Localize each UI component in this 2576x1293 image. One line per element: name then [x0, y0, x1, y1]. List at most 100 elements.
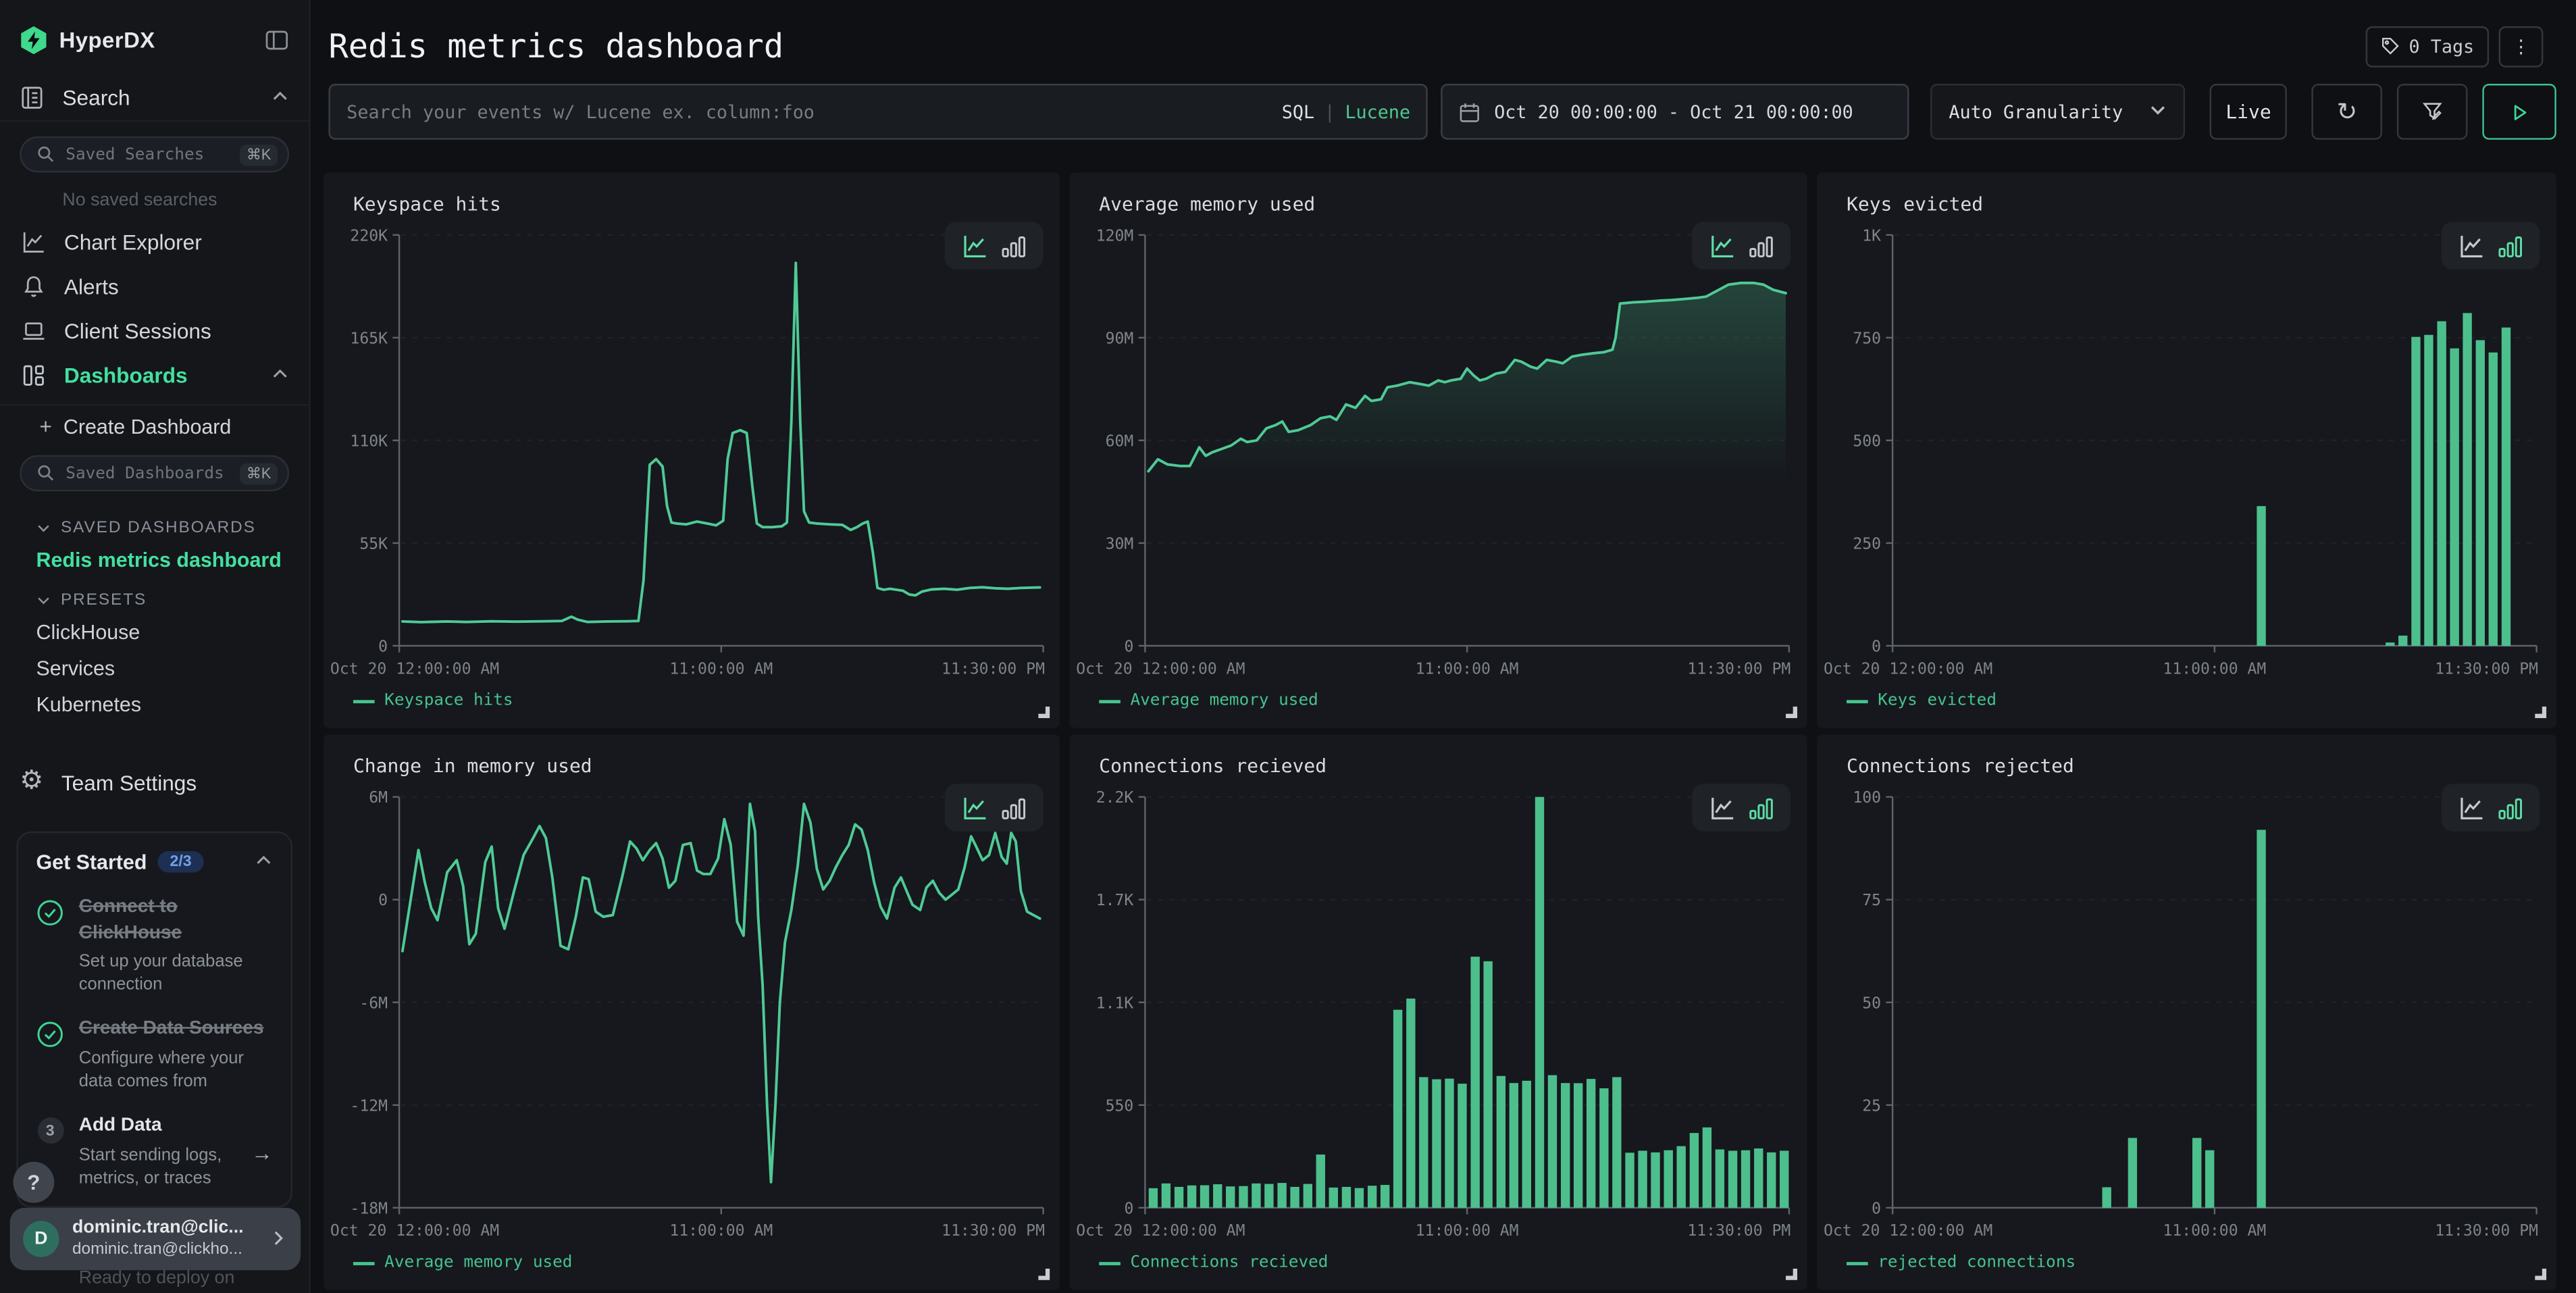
tags-button[interactable]: 0 Tags: [2366, 26, 2489, 67]
chart-type-toggle[interactable]: [945, 222, 1044, 270]
sidebar-item-search[interactable]: Search: [0, 74, 309, 120]
legend-swatch: [353, 699, 375, 703]
kebab-menu-button[interactable]: ⋮: [2499, 26, 2544, 67]
svg-text:2.2K: 2.2K: [1096, 789, 1134, 807]
resize-handle[interactable]: [1038, 1269, 1050, 1280]
svg-text:1K: 1K: [1862, 227, 1881, 245]
search-input[interactable]: Search your events w/ Lucene ex. column:…: [328, 84, 1428, 140]
line-chart-toggle-icon[interactable]: [1709, 232, 1735, 259]
legend-swatch: [1099, 699, 1120, 703]
line-chart-toggle-icon[interactable]: [2458, 232, 2484, 259]
granularity-select[interactable]: Auto Granularity: [1931, 84, 2186, 140]
bell-icon: [20, 274, 46, 299]
sidebar-item-label: Chart Explorer: [64, 230, 202, 255]
chevron-right-icon: [269, 1227, 288, 1251]
svg-text:Oct 20 12:00:00 AM: Oct 20 12:00:00 AM: [1076, 1222, 1245, 1237]
line-chart-toggle-icon[interactable]: [961, 232, 987, 259]
svg-text:1.7K: 1.7K: [1096, 892, 1134, 909]
legend-swatch: [1099, 1261, 1120, 1265]
create-dashboard-button[interactable]: + Create Dashboard: [0, 406, 309, 447]
chevron-up-icon[interactable]: [271, 84, 289, 109]
svg-text:550: 550: [1106, 1097, 1134, 1115]
section-saved-dashboards[interactable]: SAVED DASHBOARDS: [0, 506, 309, 542]
preset-item-services[interactable]: Services: [0, 651, 309, 687]
chart-panel: Average memory used 120M90M60M30M0Oct 20…: [1069, 172, 1807, 728]
resize-handle[interactable]: [2535, 707, 2546, 718]
saved-dashboards-input[interactable]: Saved Dashboards ⌘K: [20, 455, 289, 492]
svg-text:Oct 20 12:00:00 AM: Oct 20 12:00:00 AM: [1076, 660, 1245, 675]
get-started-item[interactable]: Connect to ClickHouseSet up your databas…: [36, 896, 273, 996]
chart-title: Keys evicted: [1847, 193, 1983, 216]
filter-button[interactable]: [2397, 84, 2468, 140]
resize-handle[interactable]: [2535, 1269, 2546, 1280]
resize-handle[interactable]: [1038, 707, 1050, 718]
avatar: D: [23, 1221, 59, 1257]
refresh-button[interactable]: ↻: [2312, 84, 2383, 140]
section-presets[interactable]: PRESETS: [0, 578, 309, 615]
chevron-down-icon: [36, 521, 51, 536]
live-button[interactable]: Live: [2210, 84, 2287, 140]
svg-text:75: 75: [1862, 892, 1881, 909]
chevron-up-icon[interactable]: [271, 363, 289, 388]
resize-handle[interactable]: [1786, 707, 1797, 718]
filter-edit-icon: [2421, 100, 2444, 123]
svg-text:0: 0: [1872, 638, 1881, 655]
svg-text:0: 0: [1124, 1200, 1133, 1217]
chart-panel: Connections recieved 2.2K1.7K1.1K5500Oct…: [1069, 734, 1807, 1290]
chart-plot: 120M90M60M30M0Oct 20 12:00:00 AM11:00:00…: [1076, 222, 1793, 675]
chart-type-toggle[interactable]: [945, 784, 1044, 832]
app-root: HyperDX Search Saved Searches ⌘K No save…: [0, 0, 2576, 1293]
chart-type-toggle[interactable]: [1692, 222, 1791, 270]
get-started-item[interactable]: 3Add DataStart sending logs, metrics, or…: [36, 1115, 273, 1190]
bar-chart-toggle-icon[interactable]: [2497, 232, 2523, 259]
sidebar-item-chart-explorer[interactable]: Chart Explorer: [0, 220, 309, 265]
preset-item-clickhouse[interactable]: ClickHouse: [0, 615, 309, 651]
chart-type-toggle[interactable]: [2442, 784, 2540, 832]
resize-handle[interactable]: [1786, 1269, 1797, 1280]
sidebar-item-alerts[interactable]: Alerts: [0, 265, 309, 309]
arrow-right-icon[interactable]: →: [251, 1140, 273, 1164]
play-button[interactable]: [2482, 84, 2556, 140]
chart-type-toggle[interactable]: [1692, 784, 1791, 832]
sidebar-collapse-icon[interactable]: [265, 28, 289, 52]
lucene-mode-toggle[interactable]: Lucene: [1345, 101, 1410, 123]
bar-chart-toggle-icon[interactable]: [1000, 232, 1027, 259]
svg-text:11:30:00 PM: 11:30:00 PM: [942, 660, 1045, 675]
check-circle-icon: [36, 1018, 64, 1094]
sidebar-item-dashboards[interactable]: Dashboards: [0, 353, 309, 398]
calendar-icon: [1460, 101, 1481, 123]
svg-text:11:30:00 PM: 11:30:00 PM: [942, 1222, 1045, 1237]
svg-text:250: 250: [1853, 535, 1881, 553]
sidebar-item-team-settings[interactable]: ⚙ Team Settings: [0, 759, 309, 805]
step-number: 3: [37, 1118, 63, 1144]
bar-chart-toggle-icon[interactable]: [1000, 794, 1027, 821]
svg-text:11:00:00 AM: 11:00:00 AM: [2163, 1222, 2266, 1237]
date-range-input[interactable]: Oct 20 00:00:00 - Oct 21 00:00:00: [1441, 84, 1909, 140]
preset-item-kubernetes[interactable]: Kubernetes: [0, 687, 309, 724]
journal-icon: [20, 75, 44, 120]
help-button[interactable]: ?: [13, 1162, 54, 1203]
progress-badge: 2/3: [158, 851, 203, 873]
chart-title: Change in memory used: [353, 754, 592, 777]
bar-chart-toggle-icon[interactable]: [2497, 794, 2523, 821]
check-circle-icon: [36, 896, 64, 996]
chart-type-toggle[interactable]: [2442, 222, 2540, 270]
get-started-item[interactable]: Create Data SourcesConfigure where your …: [36, 1018, 273, 1094]
saved-dashboard-item[interactable]: Redis metrics dashboard: [0, 542, 309, 579]
saved-dashboards-list: Redis metrics dashboard: [0, 542, 309, 579]
bar-chart-toggle-icon[interactable]: [1748, 232, 1774, 259]
sidebar-item-client-sessions[interactable]: Client Sessions: [0, 309, 309, 353]
line-chart-toggle-icon[interactable]: [2458, 794, 2484, 821]
legend-label: Average memory used: [1130, 692, 1318, 710]
sql-mode-toggle[interactable]: SQL: [1282, 101, 1314, 123]
chart-plot: 6M0-6M-12M-18MOct 20 12:00:00 AM11:00:00…: [330, 784, 1047, 1237]
svg-text:11:00:00 AM: 11:00:00 AM: [669, 1222, 773, 1237]
user-menu[interactable]: D dominic.tran@clic... dominic.tran@clic…: [10, 1208, 301, 1270]
chevron-down-icon: [36, 593, 51, 608]
chevron-up-icon[interactable]: [255, 850, 273, 874]
svg-text:-18M: -18M: [350, 1200, 388, 1217]
bar-chart-toggle-icon[interactable]: [1748, 794, 1774, 821]
saved-searches-input[interactable]: Saved Searches ⌘K: [20, 136, 289, 173]
line-chart-toggle-icon[interactable]: [961, 794, 987, 821]
line-chart-toggle-icon[interactable]: [1709, 794, 1735, 821]
